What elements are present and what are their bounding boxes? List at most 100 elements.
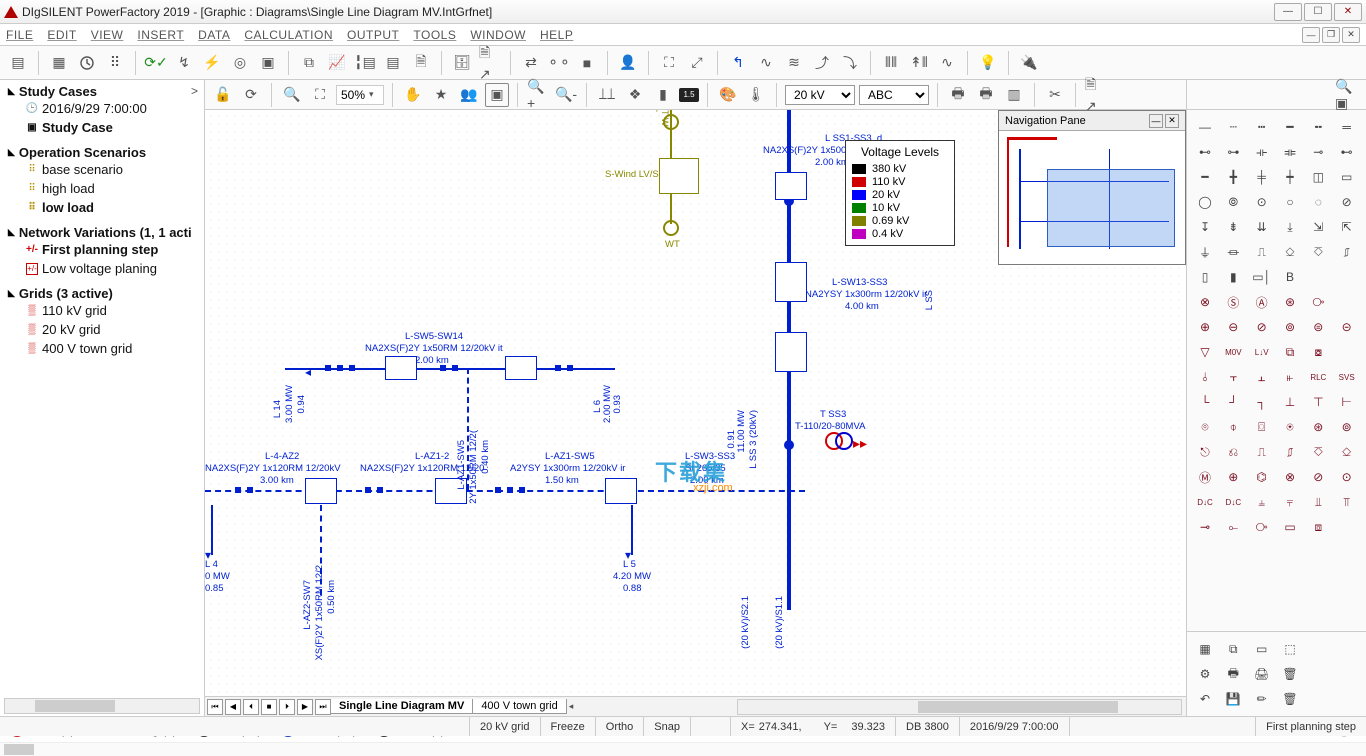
toolbar-plot-icon[interactable]: 📈 xyxy=(325,51,349,75)
pal-p5[interactable]: ⧈ xyxy=(1306,516,1330,538)
pal-k4[interactable]: ⊥ xyxy=(1278,391,1302,413)
pal-line2[interactable]: ┄ xyxy=(1221,116,1245,138)
pal-k2[interactable]: ┘ xyxy=(1221,391,1245,413)
pal-f2[interactable]: ▮ xyxy=(1221,266,1245,288)
pal-b4[interactable]: ┿ xyxy=(1278,166,1302,188)
pal-tool12[interactable]: 🗑 xyxy=(1278,688,1302,710)
pal-d4[interactable]: ⤓ xyxy=(1278,216,1302,238)
toolbar-wave2-icon[interactable]: ≋ xyxy=(782,51,806,75)
pal-c4[interactable]: ○ xyxy=(1278,191,1302,213)
pal-tool5[interactable]: ⚙ xyxy=(1193,663,1217,685)
copygraph-icon[interactable]: ▥ xyxy=(1002,83,1026,107)
toolbar-harmonics-icon[interactable]: ⦀⦀ xyxy=(879,51,903,75)
pal-d1[interactable]: ↧ xyxy=(1193,216,1217,238)
toolbar-zoomfit-icon[interactable]: ⤢ xyxy=(685,51,709,75)
pal-k6[interactable]: ⊢ xyxy=(1335,391,1359,413)
pal-n6[interactable]: ⊙ xyxy=(1335,466,1359,488)
star-icon[interactable]: ★ xyxy=(429,83,453,107)
zoom-icon[interactable]: 🔍 xyxy=(280,83,304,107)
pal-tool8[interactable]: 🗑 xyxy=(1278,663,1302,685)
pal-m3[interactable]: ⎍ xyxy=(1250,441,1274,463)
pal-n4[interactable]: ⊗ xyxy=(1278,466,1302,488)
tab-recprev-button[interactable]: ⏴ xyxy=(243,699,259,715)
close-button[interactable]: ✕ xyxy=(1334,3,1362,21)
pal-p2[interactable]: ⟜ xyxy=(1221,516,1245,538)
menu-data[interactable]: DATA xyxy=(198,28,230,42)
pal-c6[interactable]: ⊘ xyxy=(1335,191,1359,213)
pal-l6[interactable]: ⊚ xyxy=(1335,416,1359,438)
pal-n1[interactable]: Ⓜ xyxy=(1193,466,1217,488)
tab-400v[interactable]: 400 V town grid xyxy=(472,699,566,714)
pal-m2[interactable]: ⎌ xyxy=(1221,441,1245,463)
tab-scroll-left-icon[interactable]: ◂ xyxy=(569,701,574,712)
menu-view[interactable]: VIEW xyxy=(91,28,124,42)
badge-icon[interactable]: 1.5 xyxy=(679,88,699,102)
tab-prev-button[interactable]: ◀ xyxy=(225,699,241,715)
pal-m4[interactable]: ⎎ xyxy=(1278,441,1302,463)
tools-icon[interactable]: ✂ xyxy=(1043,83,1067,107)
pal-g2[interactable]: Ⓢ xyxy=(1221,291,1245,313)
sidebar-item-110kv-grid[interactable]: ▒110 kV grid xyxy=(8,301,196,320)
section-grids[interactable]: Grids (3 active) xyxy=(8,286,196,301)
pal-line5[interactable]: ╍ xyxy=(1306,116,1330,138)
sidebar-item-400v-grid[interactable]: ▒400 V town grid xyxy=(8,339,196,358)
pal-n5[interactable]: ⊘ xyxy=(1306,466,1330,488)
toolbar-project-icon[interactable]: ▤ xyxy=(6,51,30,75)
pal-j5[interactable]: RLC xyxy=(1306,366,1330,388)
status-freeze[interactable]: Freeze xyxy=(541,717,596,736)
pal-d3[interactable]: ⇊ xyxy=(1250,216,1274,238)
navpane-close-button[interactable]: ✕ xyxy=(1165,114,1179,128)
menu-window[interactable]: WINDOW xyxy=(470,28,526,42)
pal-c3[interactable]: ⊙ xyxy=(1250,191,1274,213)
status-snap[interactable]: Snap xyxy=(644,717,691,736)
pal-b3[interactable]: ╪ xyxy=(1250,166,1274,188)
pal-h4[interactable]: ⊚ xyxy=(1278,316,1302,338)
pal-e1[interactable]: ⏚ xyxy=(1193,241,1217,263)
pal-s1[interactable]: ⊷ xyxy=(1193,141,1217,163)
toolbar-sequence-icon[interactable]: ⠿ xyxy=(103,51,127,75)
pal-j6[interactable]: SVS xyxy=(1335,366,1359,388)
pal-e2[interactable]: ⏛ xyxy=(1221,241,1245,263)
toolbar-break-icon[interactable]: ⚬⚬ xyxy=(547,51,571,75)
mdi-close-button[interactable]: ✕ xyxy=(1342,27,1360,43)
minimize-button[interactable]: — xyxy=(1274,3,1302,21)
toolbar-wave3-icon[interactable]: ∿ xyxy=(935,51,959,75)
toolbar-compare-icon[interactable]: ⇄ xyxy=(519,51,543,75)
pal-g5[interactable]: ⧂ xyxy=(1306,291,1330,313)
labelmode-select[interactable]: ABC xyxy=(859,85,929,105)
section-op-scenarios[interactable]: Operation Scenarios xyxy=(8,145,196,160)
print2-icon[interactable]: 🖶 xyxy=(974,83,998,107)
pal-s2[interactable]: ⊶ xyxy=(1221,141,1245,163)
sidebar-collapse-icon[interactable]: > xyxy=(191,84,198,98)
pal-g3[interactable]: Ⓐ xyxy=(1250,291,1274,313)
pal-k5[interactable]: ⊤ xyxy=(1306,391,1330,413)
toolbar-spectrum-icon[interactable]: ↟⦀ xyxy=(907,51,931,75)
pal-c2[interactable]: ⦾ xyxy=(1221,191,1245,213)
pal-tool10[interactable]: 💾 xyxy=(1221,688,1245,710)
sidebar-item-low-voltage-planing[interactable]: +/-Low voltage planing xyxy=(8,259,196,278)
pal-j4[interactable]: ⫦ xyxy=(1278,366,1302,388)
pal-b6[interactable]: ▭ xyxy=(1335,166,1359,188)
toolbar-wave1-icon[interactable]: ∿ xyxy=(754,51,778,75)
section-study-cases[interactable]: Study Cases xyxy=(8,84,196,99)
zoom-select[interactable]: 50% xyxy=(336,85,384,105)
toolbar-stop-icon[interactable]: ■ xyxy=(575,51,599,75)
pal-n3[interactable]: ⌬ xyxy=(1250,466,1274,488)
navigation-pane[interactable]: Navigation Pane —✕ xyxy=(998,110,1186,265)
sidebar-item-20kv-grid[interactable]: ▒20 kV grid xyxy=(8,320,196,339)
pal-m6[interactable]: ⎐ xyxy=(1335,441,1359,463)
canvas-hscroll[interactable] xyxy=(737,699,1182,715)
toolbar-filter-icon[interactable]: ╏▤ xyxy=(353,51,377,75)
toolbar-user-icon[interactable]: 👤 xyxy=(616,51,640,75)
pal-tool4[interactable]: ⬚ xyxy=(1278,638,1302,660)
pal-n2[interactable]: ⊕ xyxy=(1221,466,1245,488)
pal-o1[interactable]: D↓C xyxy=(1193,491,1217,513)
mdi-minimize-button[interactable]: — xyxy=(1302,27,1320,43)
sidebar-item-study-time[interactable]: 🕒2016/9/29 7:00:00 xyxy=(8,99,196,118)
pal-i5[interactable]: ⧇ xyxy=(1306,341,1330,363)
pal-e5[interactable]: ⎏ xyxy=(1306,241,1330,263)
messages-scroll[interactable] xyxy=(0,742,1366,756)
thermo-icon[interactable]: 🌡 xyxy=(744,83,768,107)
pal-s6[interactable]: ⊷ xyxy=(1335,141,1359,163)
pal-l2[interactable]: ⌽ xyxy=(1221,416,1245,438)
